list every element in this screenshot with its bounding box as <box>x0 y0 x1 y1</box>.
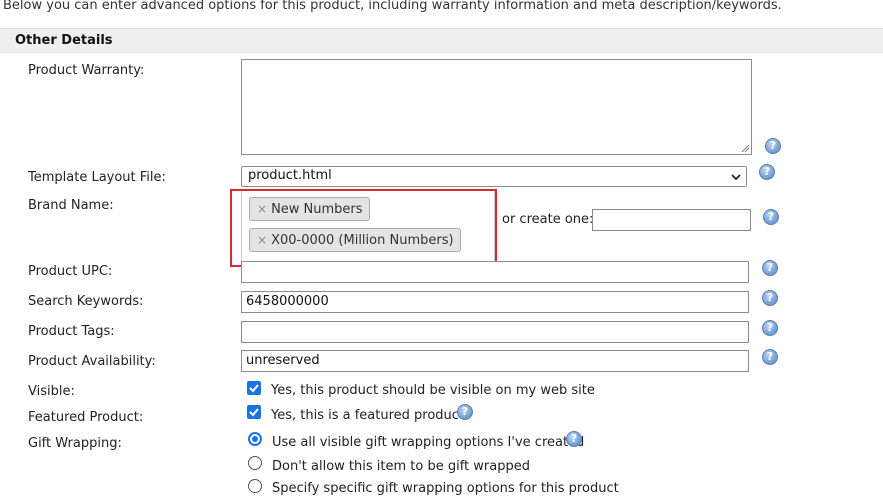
chevron-down-icon <box>731 174 741 181</box>
visible-option-text: Yes, this product should be visible on m… <box>271 383 595 398</box>
section-header-bar <box>0 28 883 53</box>
availability-input[interactable]: unreserved <box>241 350 749 372</box>
featured-checkbox[interactable] <box>247 405 261 419</box>
featured-label: Featured Product: <box>28 410 144 425</box>
warranty-help-icon[interactable]: ? <box>765 138 781 154</box>
gift-option-use-all: Use all visible gift wrapping options I'… <box>272 435 585 450</box>
resize-grip-icon[interactable] <box>741 144 749 152</box>
gift-radio-disallow[interactable] <box>248 456 262 470</box>
checkmark-icon <box>249 384 259 393</box>
gift-radio-use-all[interactable] <box>248 432 262 446</box>
brand-label: Brand Name: <box>28 198 114 213</box>
brand-help-icon[interactable]: ? <box>763 209 779 225</box>
keywords-value: 6458000000 <box>246 294 329 309</box>
tags-help-icon[interactable]: ? <box>762 320 778 336</box>
warranty-label: Product Warranty: <box>28 63 145 78</box>
create-brand-label: or create one: <box>502 212 594 227</box>
gift-option-specific: Specify specific gift wrapping options f… <box>272 481 619 496</box>
availability-label: Product Availability: <box>28 354 156 369</box>
gift-radio-specific[interactable] <box>248 479 262 493</box>
upc-help-icon[interactable]: ? <box>762 260 778 276</box>
availability-help-icon[interactable]: ? <box>762 349 778 365</box>
create-brand-input[interactable] <box>592 209 751 231</box>
warranty-textarea[interactable] <box>241 59 752 155</box>
availability-value: unreserved <box>246 353 320 368</box>
visible-label: Visible: <box>28 384 75 399</box>
gift-option-disallow: Don't allow this item to be gift wrapped <box>272 459 530 474</box>
gift-help-icon[interactable]: ? <box>566 431 582 447</box>
upc-input[interactable] <box>241 261 749 283</box>
keywords-label: Search Keywords: <box>28 294 144 309</box>
featured-option-text: Yes, this is a featured product <box>271 408 465 423</box>
upc-label: Product UPC: <box>28 264 113 279</box>
template-help-icon[interactable]: ? <box>759 164 775 180</box>
section-title: Other Details <box>15 33 113 48</box>
highlight-box <box>230 189 497 267</box>
keywords-input[interactable]: 6458000000 <box>241 291 749 313</box>
template-label: Template Layout File: <box>28 170 166 185</box>
tags-label: Product Tags: <box>28 324 115 339</box>
gift-label: Gift Wrapping: <box>28 436 122 451</box>
tags-input[interactable] <box>241 321 749 343</box>
featured-help-icon[interactable]: ? <box>457 404 473 420</box>
intro-text: Below you can enter advanced options for… <box>3 0 782 13</box>
checkmark-icon <box>249 408 259 417</box>
template-select-value: product.html <box>248 168 332 183</box>
template-select[interactable]: product.html <box>241 166 747 187</box>
visible-checkbox[interactable] <box>247 381 261 395</box>
keywords-help-icon[interactable]: ? <box>762 290 778 306</box>
